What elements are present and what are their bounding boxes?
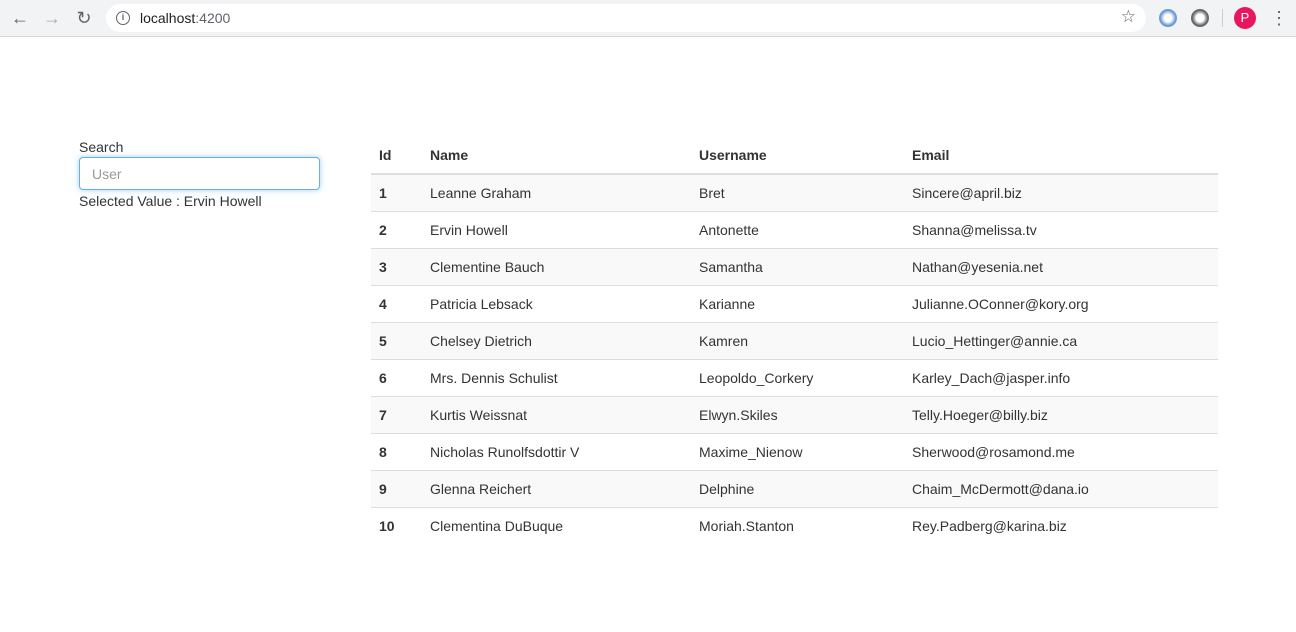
cell-id: 8	[371, 432, 422, 470]
cell-name: Kurtis Weissnat	[422, 395, 691, 433]
cell-id: 5	[371, 321, 422, 359]
cell-email: Sincere@april.biz	[904, 173, 1218, 211]
cell-email: Rey.Padberg@karina.biz	[904, 506, 1218, 544]
cell-id: 3	[371, 247, 422, 285]
search-label: Search	[79, 139, 124, 155]
cell-email: Nathan@yesenia.net	[904, 247, 1218, 285]
cell-id: 6	[371, 358, 422, 396]
cell-name: Clementine Bauch	[422, 247, 691, 285]
cell-email: Chaim_McDermott@dana.io	[904, 469, 1218, 507]
url-text: localhost:4200	[140, 10, 231, 26]
cell-email: Sherwood@rosamond.me	[904, 432, 1218, 470]
cell-name: Patricia Lebsack	[422, 284, 691, 322]
header-name: Name	[422, 137, 691, 175]
cell-username: Moriah.Stanton	[691, 506, 904, 544]
cell-name: Clementina DuBuque	[422, 506, 691, 544]
address-bar[interactable]: i localhost:4200 ☆	[106, 4, 1146, 32]
cell-id: 7	[371, 395, 422, 433]
selected-value-text: Selected Value : Ervin Howell	[79, 193, 262, 209]
toolbar-divider	[1222, 9, 1223, 27]
table-row[interactable]: 10 Clementina DuBuque Moriah.Stanton Rey.Pa…	[371, 506, 1218, 544]
search-input[interactable]	[79, 157, 320, 190]
cell-id: 9	[371, 469, 422, 507]
cell-username: Samantha	[691, 247, 904, 285]
cell-id: 1	[371, 173, 422, 211]
cell-id: 4	[371, 284, 422, 322]
back-icon[interactable]: ←	[7, 6, 33, 30]
reload-icon[interactable]: ↻	[71, 6, 97, 30]
cell-name: Ervin Howell	[422, 210, 691, 248]
table-row[interactable]: 6 Mrs. Dennis Schulist Leopoldo_Corkery Kar…	[371, 358, 1218, 396]
table-row[interactable]: 8 Nicholas Runolfsdottir V Maxime_Nienow Sh…	[371, 432, 1218, 470]
cell-email: Julianne.OConner@kory.org	[904, 284, 1218, 322]
extension-icon-2[interactable]	[1191, 9, 1209, 27]
table-row[interactable]: 9 Glenna Reichert Delphine Chaim_McDermott@…	[371, 469, 1218, 507]
header-id: Id	[371, 137, 422, 175]
header-email: Email	[904, 137, 1218, 175]
cell-id: 2	[371, 210, 422, 248]
table-row[interactable]: 3 Clementine Bauch Samantha Nathan@yesenia.…	[371, 247, 1218, 285]
users-table: Id Name Username Email 1 Leanne Graham Bre…	[371, 137, 1218, 544]
table-header-row: Id Name Username Email	[371, 137, 1218, 175]
info-icon[interactable]: i	[116, 11, 130, 25]
table-row[interactable]: 1 Leanne Graham Bret Sincere@april.biz	[371, 173, 1218, 211]
extension-icon[interactable]	[1159, 9, 1177, 27]
cell-name: Glenna Reichert	[422, 469, 691, 507]
more-menu-icon[interactable]: ⋮	[1270, 6, 1288, 30]
cell-username: Leopoldo_Corkery	[691, 358, 904, 396]
table-row[interactable]: 5 Chelsey Dietrich Kamren Lucio_Hettinger@a…	[371, 321, 1218, 359]
table-row[interactable]: 7 Kurtis Weissnat Elwyn.Skiles Telly.Hoeger…	[371, 395, 1218, 433]
cell-email: Telly.Hoeger@billy.biz	[904, 395, 1218, 433]
cell-username: Antonette	[691, 210, 904, 248]
cell-email: Karley_Dach@jasper.info	[904, 358, 1218, 396]
profile-avatar[interactable]: P	[1234, 7, 1256, 29]
browser-toolbar: ← → ↻ i localhost:4200 ☆ P ⋮	[0, 0, 1296, 37]
header-username: Username	[691, 137, 904, 175]
cell-email: Lucio_Hettinger@annie.ca	[904, 321, 1218, 359]
cell-name: Chelsey Dietrich	[422, 321, 691, 359]
table-row[interactable]: 4 Patricia Lebsack Karianne Julianne.OConne…	[371, 284, 1218, 322]
cell-name: Mrs. Dennis Schulist	[422, 358, 691, 396]
cell-id: 10	[371, 506, 422, 544]
cell-username: Karianne	[691, 284, 904, 322]
cell-username: Elwyn.Skiles	[691, 395, 904, 433]
cell-username: Delphine	[691, 469, 904, 507]
bookmark-star-icon[interactable]: ☆	[1121, 7, 1136, 27]
cell-name: Nicholas Runolfsdottir V	[422, 432, 691, 470]
cell-username: Bret	[691, 173, 904, 211]
table-row[interactable]: 2 Ervin Howell Antonette Shanna@melissa.tv	[371, 210, 1218, 248]
cell-name: Leanne Graham	[422, 173, 691, 211]
cell-username: Maxime_Nienow	[691, 432, 904, 470]
cell-email: Shanna@melissa.tv	[904, 210, 1218, 248]
cell-username: Kamren	[691, 321, 904, 359]
forward-icon[interactable]: →	[39, 6, 65, 30]
